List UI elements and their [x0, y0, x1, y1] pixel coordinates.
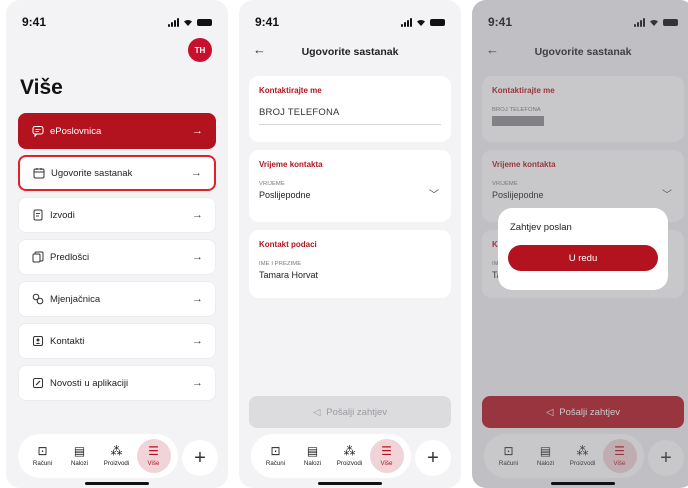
header: ← Ugovorite sastanak — [239, 40, 461, 64]
battery-icon — [430, 18, 445, 26]
accounts-icon: ⊡ — [270, 444, 281, 458]
plus-icon: + — [194, 446, 206, 469]
screens-composite: 9:41 TH Više ePoslovnica → Ugovorite sas… — [0, 0, 688, 488]
wifi-icon — [184, 19, 192, 26]
page-title: Više — [20, 76, 63, 99]
home-indicator — [551, 482, 615, 485]
signal-icon — [401, 17, 412, 27]
orders-icon: ▤ — [73, 444, 86, 458]
screen-title: Ugovorite sastanak — [301, 46, 399, 58]
phone-screen-more: 9:41 TH Više ePoslovnica → Ugovorite sas… — [6, 0, 228, 488]
menu-item-izvodi[interactable]: Izvodi → — [18, 197, 216, 233]
products-icon: ⁂ — [110, 444, 123, 458]
tab-bar: ⊡ Računi ▤ Nalozi ⁂ Proizvodi ☰ Više — [251, 434, 411, 478]
tab-racuni[interactable]: ⊡ Računi — [26, 439, 60, 473]
menu-icon: ☰ — [381, 444, 392, 458]
document-icon — [31, 209, 44, 222]
tab-nalozi[interactable]: ▤ Nalozi — [63, 439, 97, 473]
tab-nalozi[interactable]: ▤ Nalozi — [296, 439, 330, 473]
home-indicator — [85, 482, 149, 485]
products-icon: ⁂ — [343, 444, 356, 458]
contact-details-card: Kontakt podaci IME I PREZIME Tamara Horv… — [249, 230, 451, 298]
arrow-right-icon: → — [192, 209, 203, 221]
battery-icon — [197, 18, 212, 26]
wifi-icon — [417, 19, 425, 26]
send-request-button[interactable]: ◁ Pošalji zahtjev — [249, 396, 451, 428]
menu-item-eposlovnica[interactable]: ePoslovnica → — [18, 113, 216, 149]
menu-item-ugovorite-sastanak[interactable]: Ugovorite sastanak → — [18, 155, 216, 191]
status-time: 9:41 — [255, 15, 280, 29]
field-label: VRIJEME — [259, 181, 285, 187]
more-menu: ePoslovnica → Ugovorite sastanak → Izvod… — [18, 113, 216, 407]
status-bar: 9:41 — [22, 14, 212, 30]
home-indicator — [318, 482, 382, 485]
status-bar: 9:41 — [255, 14, 445, 30]
back-arrow-icon[interactable]: ← — [253, 42, 266, 57]
arrow-right-icon: → — [191, 167, 202, 179]
tab-bar: ⊡ Računi ▤ Nalozi ⁂ Proizvodi ☰ Više — [18, 434, 178, 478]
add-button[interactable]: + — [182, 440, 218, 476]
field-label: IME I PREZIME — [259, 261, 302, 267]
chevron-down-icon[interactable]: ﹀ — [429, 186, 439, 201]
plus-icon: + — [427, 446, 439, 469]
request-sent-dialog: Zahtjev poslan U redu — [498, 208, 668, 290]
menu-item-novosti[interactable]: Novosti u aplikaciji → — [18, 365, 216, 401]
signal-icon — [168, 17, 179, 27]
templates-icon — [31, 251, 44, 264]
chat-icon — [31, 125, 44, 138]
tab-proizvodi[interactable]: ⁂ Proizvodi — [333, 439, 367, 473]
ok-button[interactable]: U redu — [508, 245, 658, 271]
tab-racuni[interactable]: ⊡ Računi — [259, 439, 293, 473]
contact-time-card: Vrijeme kontakta VRIJEME Poslijepodne ﹀ — [249, 150, 451, 222]
add-button[interactable]: + — [415, 440, 451, 476]
section-header: Kontakt podaci — [259, 240, 317, 249]
arrow-right-icon: → — [192, 293, 203, 305]
menu-item-kontakti[interactable]: Kontakti → — [18, 323, 216, 359]
arrow-right-icon: → — [192, 251, 203, 263]
section-header: Kontaktirajte me — [259, 86, 322, 95]
phone-screen-meeting-form: 9:41 ← Ugovorite sastanak Kontaktirajte … — [239, 0, 461, 488]
avatar[interactable]: TH — [188, 38, 212, 62]
arrow-right-icon: → — [192, 335, 203, 347]
name-field[interactable]: Tamara Horvat — [259, 270, 441, 280]
dialog-title: Zahtjev poslan — [510, 222, 572, 233]
menu-item-mjenjacnica[interactable]: Mjenjačnica → — [18, 281, 216, 317]
arrow-right-icon: → — [192, 125, 203, 137]
phone-screen-request-sent: 9:41 ← Ugovorite sastanak Kontaktirajte … — [472, 0, 688, 488]
send-icon: ◁ — [312, 406, 321, 418]
section-header: Vrijeme kontakta — [259, 160, 323, 169]
arrow-right-icon: → — [192, 377, 203, 389]
tab-proizvodi[interactable]: ⁂ Proizvodi — [100, 439, 134, 473]
contact-card: Kontaktirajte me BROJ TELEFONA — [249, 76, 451, 142]
accounts-icon: ⊡ — [37, 444, 48, 458]
tab-vise[interactable]: ☰ Više — [369, 439, 404, 473]
time-select[interactable]: Poslijepodne — [259, 190, 441, 200]
exchange-icon — [31, 293, 44, 306]
calendar-icon — [32, 167, 45, 180]
phone-input[interactable]: BROJ TELEFONA — [259, 107, 441, 125]
tab-vise[interactable]: ☰ Više — [136, 439, 171, 473]
contacts-icon — [31, 335, 44, 348]
status-time: 9:41 — [22, 15, 47, 29]
orders-icon: ▤ — [306, 444, 319, 458]
menu-item-predlosci[interactable]: Predlošci → — [18, 239, 216, 275]
news-icon — [31, 377, 44, 390]
menu-icon: ☰ — [148, 444, 159, 458]
